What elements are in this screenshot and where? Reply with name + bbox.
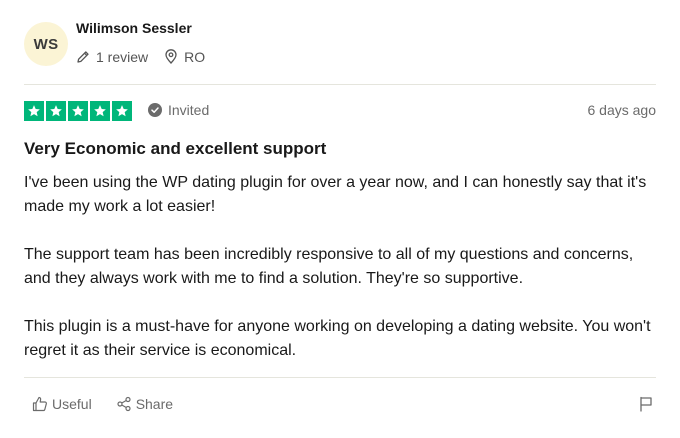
star-icon (24, 101, 44, 121)
useful-button[interactable]: Useful (32, 396, 92, 412)
divider-bottom (24, 377, 656, 378)
star-icon (68, 101, 88, 121)
invited-badge[interactable]: Invited (148, 102, 209, 118)
location: RO (164, 49, 205, 65)
review-paragraph: The support team has been incredibly res… (24, 246, 634, 287)
reviewer-header: WS Wilimson Sessler 1 review RO (24, 20, 221, 66)
invited-label: Invited (168, 102, 210, 118)
reviewer-meta: Wilimson Sessler 1 review RO (76, 20, 221, 65)
review-title[interactable]: Very Economic and excellent support (24, 139, 326, 159)
reviewer-name[interactable]: Wilimson Sessler (76, 20, 221, 36)
share-label: Share (135, 396, 174, 412)
location-pin-icon (165, 49, 177, 64)
share-button[interactable]: Share (116, 396, 173, 412)
flag-icon (640, 396, 652, 412)
review-body: I've been using the WP dating plugin for… (24, 171, 664, 387)
useful-label: Useful (52, 396, 92, 412)
pencil-icon (77, 50, 89, 63)
review-paragraph: I've been using the WP dating plugin for… (24, 174, 647, 215)
share-icon (117, 396, 131, 412)
reviewer-sub: 1 review RO (76, 49, 221, 65)
star-icon (90, 101, 110, 121)
review-actions: Useful Share (32, 396, 197, 412)
review-paragraph: This plugin is a must-have for anyone wo… (24, 318, 651, 359)
avatar[interactable]: WS (24, 22, 68, 66)
country-label: RO (184, 48, 206, 65)
review-date: 6 days ago (587, 102, 657, 118)
divider-top (24, 84, 656, 85)
review-count: 1 review (76, 49, 148, 65)
review-count-label: 1 review (96, 48, 149, 65)
star-rating (24, 101, 134, 121)
report-flag-button[interactable] (638, 396, 654, 417)
star-icon (112, 101, 132, 121)
star-icon (46, 101, 66, 121)
check-circle-icon (148, 103, 162, 117)
thumbs-up-icon (32, 396, 47, 412)
review-card: WS Wilimson Sessler 1 review RO Invited … (0, 0, 680, 438)
